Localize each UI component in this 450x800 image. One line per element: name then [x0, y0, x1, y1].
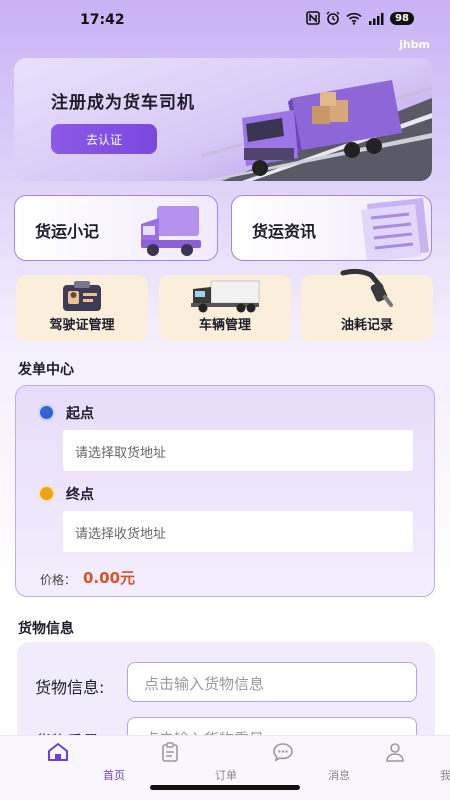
start-label: 起点: [66, 406, 94, 422]
delivery-address-field[interactable]: 请选择收货地址: [63, 511, 413, 552]
price-label: 价格：: [40, 573, 77, 587]
goods-info-title: 货物信息: [18, 621, 74, 637]
end-dot: [40, 487, 53, 500]
banner-title: 注册成为货车司机: [51, 93, 195, 113]
license-management-tile[interactable]: 驾驶证管理: [16, 275, 148, 341]
tab-messages[interactable]: 消息: [227, 736, 350, 786]
fuel-nozzle-icon: [340, 268, 393, 307]
goods-info-label: 货物信息:: [35, 678, 105, 697]
username: jhbm: [399, 38, 430, 51]
freight-news-label: 货运资讯: [252, 222, 317, 241]
tab-profile[interactable]: 我的: [339, 736, 450, 786]
id-card-icon: [63, 281, 101, 311]
goods-info-input[interactable]: 点击输入货物信息: [127, 662, 417, 702]
license-management-label: 驾驶证管理: [49, 318, 115, 333]
status-time: 17:42: [80, 12, 125, 28]
app-screen: 17:42 98 jhbm 注册成为货车司机 去认证 货运小记 货运资讯 驾驶证…: [0, 0, 450, 800]
driver-register-banner[interactable]: 注册成为货车司机 去认证: [14, 58, 432, 181]
purple-truck-icon: [141, 206, 201, 256]
order-icon: [162, 742, 178, 762]
order-center-panel: 起点 请选择取货地址 终点 请选择收货地址 价格： 0.00元: [15, 385, 435, 597]
end-label: 终点: [66, 487, 94, 503]
vehicle-management-label: 车辆管理: [198, 318, 251, 333]
fuel-record-label: 油耗记录: [340, 318, 393, 333]
tab-orders[interactable]: 订单: [114, 736, 237, 786]
status-icons: 98: [306, 11, 414, 25]
fuel-record-tile[interactable]: 油耗记录: [301, 268, 433, 341]
vehicle-management-tile[interactable]: 车辆管理: [159, 275, 291, 341]
truck-icon: [191, 280, 260, 313]
order-center-title: 发单中心: [18, 362, 74, 378]
nfc-icon: [306, 11, 320, 25]
price-value: 0.00元: [83, 569, 136, 587]
signal-icon: [369, 12, 384, 25]
freight-news-card[interactable]: 货运资讯: [231, 195, 432, 261]
home-indicator: [150, 785, 300, 790]
start-dot: [40, 406, 53, 419]
profile-icon: [386, 743, 404, 762]
freight-notes-card[interactable]: 货运小记: [14, 195, 218, 261]
wifi-icon: [346, 12, 362, 25]
newspaper-icon: [361, 198, 429, 260]
message-icon: [273, 743, 293, 762]
home-icon: [48, 743, 68, 761]
status-bar: 17:42 98: [0, 0, 450, 40]
bottom-tab-bar: 首页 订单 消息 我的: [0, 735, 450, 800]
battery-indicator: 98: [390, 11, 414, 25]
freight-notes-label: 货运小记: [35, 222, 100, 241]
verify-button[interactable]: 去认证: [51, 124, 157, 154]
alarm-icon: [326, 11, 340, 25]
tab-home[interactable]: 首页: [2, 736, 125, 786]
truck-on-road-illustration: [202, 80, 432, 181]
pickup-address-field[interactable]: 请选择取货地址: [63, 430, 413, 471]
tab-profile-label: 我的: [440, 769, 450, 782]
